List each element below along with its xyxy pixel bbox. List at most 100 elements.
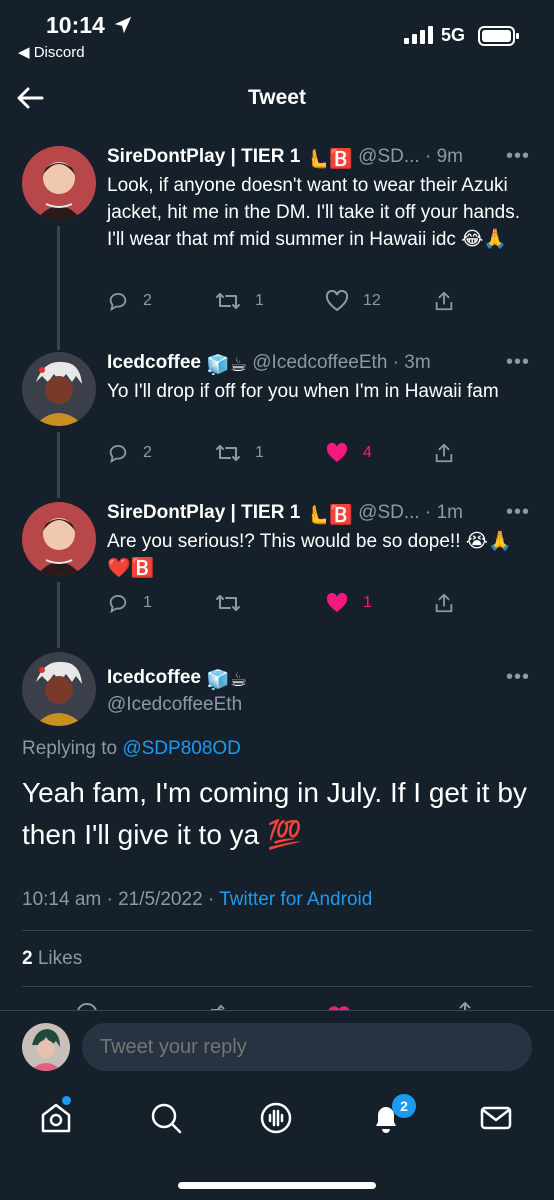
- tweet-source-link[interactable]: Twitter for Android: [219, 889, 372, 910]
- reply-icon: [109, 594, 127, 614]
- home-icon[interactable]: [38, 1100, 74, 1136]
- name-emoji: 🫷🅱️: [305, 505, 353, 526]
- share-button[interactable]: [433, 592, 469, 614]
- heart-icon: [325, 290, 349, 312]
- display-name[interactable]: Icedcoffee: [107, 667, 201, 688]
- tweet-time: · 9m: [424, 146, 463, 167]
- more-options-icon[interactable]: •••: [506, 501, 530, 524]
- tweet-header: SireDontPlay | TIER 1 🫷🅱️ @SD... · 1m: [107, 502, 463, 527]
- tweet-actions: 2 1 4: [107, 442, 467, 472]
- reply-composer: [0, 1010, 554, 1082]
- reply-icon: [109, 292, 127, 312]
- retweet-button[interactable]: [215, 592, 255, 614]
- retweet-icon: [216, 293, 240, 309]
- name-emoji: 🫷🅱️: [305, 149, 353, 170]
- tweet-header: Icedcoffee 🧊☕ @IcedcoffeeEth · 3m: [107, 352, 431, 377]
- avatar[interactable]: [22, 146, 96, 220]
- reply-button[interactable]: 2: [107, 290, 152, 312]
- divider: [22, 930, 532, 931]
- heart-filled-icon: [326, 592, 348, 612]
- likes-label: Likes: [37, 948, 83, 969]
- replying-prefix: Replying to: [22, 738, 118, 759]
- more-options-icon[interactable]: •••: [506, 351, 530, 374]
- tweet-actions: 1 1: [107, 592, 467, 622]
- display-name[interactable]: SireDontPlay | TIER 1: [107, 146, 300, 167]
- tweet-header: Icedcoffee 🧊☕: [107, 667, 247, 692]
- name-emoji: 🧊☕: [206, 355, 247, 376]
- share-icon: [435, 291, 453, 311]
- avatar[interactable]: [22, 352, 96, 426]
- notification-badge: 2: [392, 1094, 416, 1118]
- replying-to: Replying to @SDP808OD: [22, 738, 241, 760]
- focused-tweet-text: Yeah fam, I'm coming in July. If I get i…: [22, 777, 527, 850]
- like-count: 4: [363, 444, 372, 461]
- reply-button[interactable]: 1: [107, 592, 152, 614]
- handle: @SD...: [358, 146, 420, 167]
- spaces-icon[interactable]: [258, 1100, 294, 1136]
- network-type: 5G: [441, 25, 466, 45]
- back-to-app-link[interactable]: ◀ Discord: [18, 43, 85, 61]
- retweet-icon: [216, 445, 240, 461]
- signal-icon: [404, 26, 433, 44]
- reply-count: 2: [143, 444, 152, 461]
- share-button[interactable]: [433, 442, 469, 464]
- likes-summary[interactable]: 2 Likes: [22, 948, 82, 970]
- unread-dot: [62, 1096, 71, 1105]
- tweet-actions: 2 1 12: [107, 290, 467, 320]
- reply-count: 1: [143, 594, 152, 611]
- avatar[interactable]: [22, 502, 96, 576]
- like-count: 12: [363, 292, 381, 309]
- heart-filled-icon: [326, 442, 348, 462]
- search-icon[interactable]: [148, 1100, 184, 1136]
- tweet-header: SireDontPlay | TIER 1 🫷🅱️ @SD... · 9m: [107, 146, 463, 171]
- tweet-meta: 10:14 am · 21/5/2022 · Twitter for Andro…: [22, 889, 372, 911]
- retweet-icon: [216, 595, 240, 611]
- thread-line: [57, 432, 60, 498]
- reply-input[interactable]: [82, 1023, 532, 1071]
- handle: @IcedcoffeeEth: [252, 352, 388, 373]
- top-navigation: Tweet: [0, 72, 554, 124]
- reply-count: 2: [143, 292, 152, 309]
- retweet-count: 1: [255, 444, 264, 461]
- like-button[interactable]: 4: [325, 442, 372, 464]
- battery-icon: [478, 26, 519, 46]
- bottom-tab-bar: 2: [0, 1082, 554, 1200]
- replying-to-link[interactable]: @SDP808OD: [122, 738, 241, 759]
- handle: @SD...: [358, 502, 420, 523]
- status-time: 10:14: [46, 12, 105, 38]
- share-icon: [435, 593, 453, 613]
- tweet-time: · 3m: [392, 352, 431, 373]
- divider: [22, 986, 532, 987]
- tweet-text: Yo I'll drop if off for you when I'm in …: [107, 381, 499, 402]
- more-options-icon[interactable]: •••: [506, 145, 530, 168]
- retweet-count: 1: [255, 292, 264, 309]
- reply-button[interactable]: 2: [107, 442, 152, 464]
- status-bar: 10:14 ◀ Discord 5G: [0, 0, 554, 70]
- location-arrow-icon: [114, 16, 132, 34]
- likes-count: 2: [22, 948, 33, 969]
- like-button[interactable]: 12: [325, 290, 381, 312]
- thread-line: [57, 226, 60, 350]
- like-button[interactable]: 1: [325, 592, 372, 614]
- like-count: 1: [363, 594, 372, 611]
- retweet-button[interactable]: 1: [215, 290, 264, 312]
- share-icon: [435, 443, 453, 463]
- display-name[interactable]: Icedcoffee: [107, 352, 201, 373]
- display-name[interactable]: SireDontPlay | TIER 1: [107, 502, 300, 523]
- more-options-icon[interactable]: •••: [506, 666, 530, 689]
- tweet-timestamp: 10:14 am · 21/5/2022 ·: [22, 889, 215, 910]
- share-button[interactable]: [433, 290, 469, 312]
- thread-line: [57, 582, 60, 648]
- reply-icon: [109, 444, 127, 464]
- name-emoji: 🧊☕: [206, 670, 247, 691]
- retweet-button[interactable]: 1: [215, 442, 264, 464]
- avatar[interactable]: [22, 1023, 70, 1071]
- messages-envelope-icon[interactable]: [478, 1100, 514, 1136]
- tweet-time: · 1m: [424, 502, 463, 523]
- page-title: Tweet: [248, 86, 306, 109]
- avatar[interactable]: [22, 652, 96, 726]
- home-indicator[interactable]: [178, 1182, 376, 1189]
- handle: @IcedcoffeeEth: [107, 694, 243, 715]
- tweet-text: Look, if anyone doesn't want to wear the…: [107, 175, 521, 250]
- tweet-text: Are you serious!? This would be so dope!…: [107, 531, 512, 579]
